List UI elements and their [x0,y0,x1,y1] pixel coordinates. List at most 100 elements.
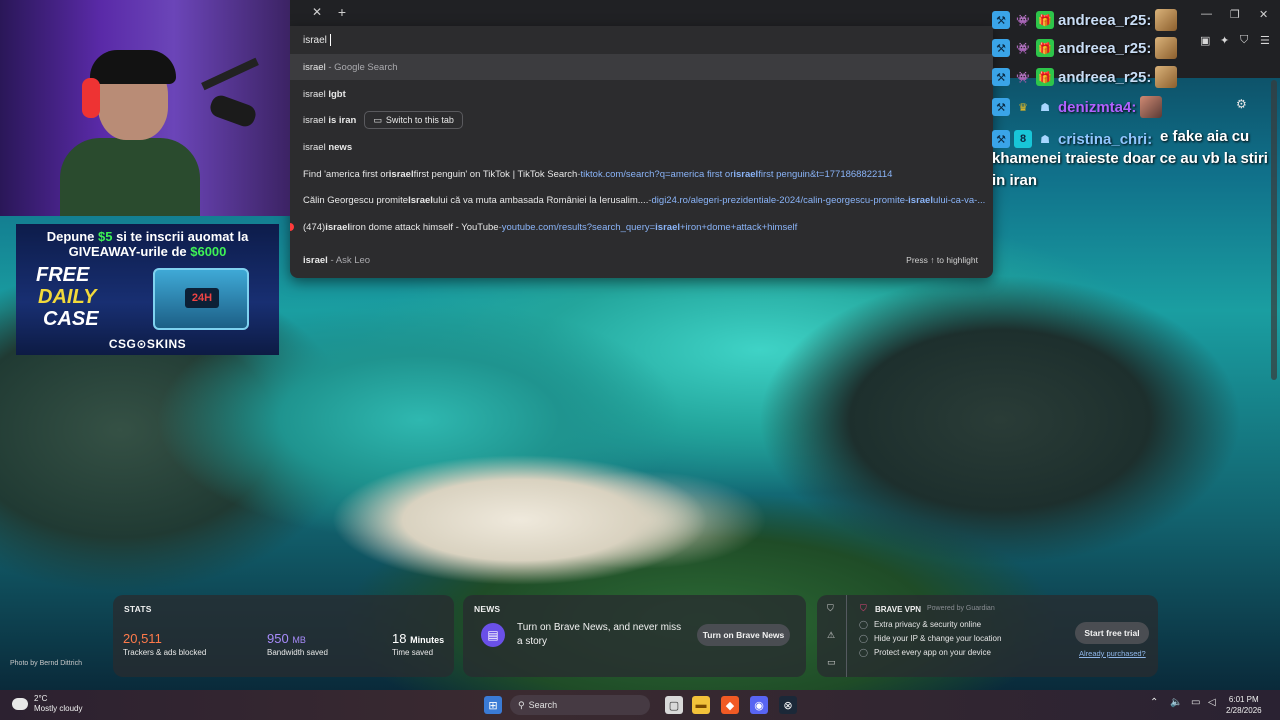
ad-box-label: 24H [185,288,219,308]
dog-emote-icon [1155,9,1178,31]
suggestion-item[interactable]: israel is iran ▭ Switch to this tab [290,107,993,133]
suggestion-title: Find 'america first or [303,168,389,180]
suggestion-url-match: israel [908,194,933,206]
system-clock[interactable]: 6:01 PM 2/28/2026 [1226,694,1262,716]
chat-username: andreea_r25: [1058,39,1152,57]
task-view-icon[interactable]: ▢ [665,696,683,714]
face-emote-icon [1140,96,1163,118]
widget-title: STATS [124,604,152,614]
suggestion-history-item[interactable]: Find 'america first or israel first peng… [290,161,993,187]
crown-badge-icon: ♛ [1018,101,1028,114]
suggestion-item[interactable]: israel news [290,134,993,160]
switch-to-tab-button[interactable]: ▭ Switch to this tab [364,111,463,129]
suggestion-completion: news [328,141,353,153]
suggestion-query: israel [303,61,326,73]
weather-widget[interactable]: 2°C Mostly cloudy [12,694,82,714]
microphone-icon [207,92,259,130]
time-saved-value: 18 Minutes [392,631,445,646]
already-purchased-link[interactable]: Already purchased? [1079,649,1146,658]
steam-icon[interactable]: ⊗ [779,696,797,714]
space-invader-badge-icon: 👾 [1016,42,1030,55]
chat-username: andreea_r25: [1058,11,1152,29]
close-tab-icon[interactable]: ✕ [310,5,324,19]
sponsor-ad: Depune $5 si te inscrii auomat la GIVEAW… [16,224,279,355]
file-explorer-icon[interactable]: ▬ [692,696,710,714]
chat-message: e fake aia cu khamenei traieste doar ce … [992,128,1268,189]
suggestion-title-tail: iron dome attack himself - YouTube [350,221,499,233]
suggestion-history-item[interactable]: Călin Georgescu promite Israel ului că va… [290,187,993,213]
ad-case-text: CASE [43,308,99,330]
moderator-badge-icon: ⚒ [992,98,1010,116]
suggestion-title-tail: ului că va muta ambasada României la Ier… [432,194,649,206]
address-bar-input[interactable]: israel [290,26,993,54]
chat-username: denizmta4: [1058,98,1137,116]
check-icon: ◯ [859,648,868,657]
tab-icon: ▭ [373,114,382,125]
gift-badge-icon: 🎁 [1036,68,1054,86]
network-icon[interactable]: ▭ [1191,697,1200,708]
brave-browser-icon[interactable]: ◆ [721,696,739,714]
bandwidth-label: Bandwidth saved [267,648,328,657]
suggestion-url-tail: +iron+dome+attack+himself [680,221,798,233]
taskbar-search[interactable]: ⚲ Search [510,695,650,715]
switch-to-tab-label: Switch to this tab [385,115,454,125]
news-promo-text: Turn on Brave News, and never miss a sto… [517,622,682,647]
suggestion-ask-leo[interactable]: israel - Ask Leo Press ↑ to highlight [290,247,993,273]
stats-widget: STATS 20,511 Trackers & ads blocked 950 … [113,595,454,677]
chat-username: andreea_r25: [1058,68,1152,86]
search-icon: ⚲ [518,699,525,710]
vpn-feature: ◯ Hide your IP & change your location [859,634,1002,643]
volume-icon[interactable]: 🔈 [1170,697,1182,708]
suggestion-item[interactable]: israel lgbt [290,81,993,107]
suggestion-query: israel [303,254,328,266]
vpn-logo-icon: ⛉ [860,603,867,613]
turn-on-news-button[interactable]: Turn on Brave News [697,624,790,646]
ad-brand-logo: CSG⊙SKINS [108,337,187,351]
start-free-trial-button[interactable]: Start free trial [1075,622,1149,644]
omnibox-dropdown: israel israel - Google Search israel lgb… [290,26,993,278]
moderator-badge-icon: ⚒ [992,11,1010,29]
suggestion-completion: lgbt [328,88,346,100]
windows-start-icon[interactable]: ⊞ [484,696,502,714]
speaker-icon[interactable]: ◁ [1208,697,1216,708]
bandwidth-value: 950 MB [267,631,306,646]
taskbar: 2°C Mostly cloudy ⊞ ⚲ Search ▢ ▬ ◆ ◉ ⊗ ⌃ 🔈… [0,690,1280,720]
ad-headline: Depune $5 si te inscrii auomat la [46,229,249,244]
vpn-widget: ⛉ ⚠ ▭ ⛉ BRAVE VPN Powered by Guardian ◯ E… [817,595,1158,677]
taskbar-search-label: Search [528,700,558,710]
show-hidden-icons-icon[interactable]: ⌃ [1150,697,1158,708]
camera-icon[interactable]: ▭ [827,657,836,668]
new-tab-icon[interactable]: + [334,4,350,20]
suggestion-query: israel [303,141,326,153]
suggestion-url-match: israel [655,221,680,233]
tab-strip: ✕ + [290,0,990,26]
gear-icon[interactable]: ⚙ [1236,97,1247,111]
suggestion-url: youtube.com/results?search_query= [501,221,656,233]
ad-subheadline: GIVEAWAY-urile de $6000 [68,244,227,259]
shield-icon[interactable]: ⛉ [827,603,834,614]
suggestion-google-search[interactable]: israel - Google Search [290,54,993,80]
suggestion-query: israel [303,88,326,100]
weather-condition: Mostly cloudy [34,704,83,713]
suggestion-history-item[interactable]: (474) israel iron dome attack himself - … [290,214,993,240]
warning-icon[interactable]: ⚠ [827,630,835,641]
vpn-feature: ◯ Extra privacy & security online [859,620,982,629]
moderator-badge-icon: ⚒ [992,68,1010,86]
page-scrollbar[interactable] [1271,80,1277,380]
alien-badge-icon: ☗ [1040,101,1050,114]
discord-icon[interactable]: ◉ [750,696,768,714]
widget-switcher: ⛉ ⚠ ▭ [817,595,847,677]
vpn-feature: ◯ Protect every app on your device [859,648,991,657]
check-icon: ◯ [859,634,868,643]
gift-badge-icon: 🎁 [1036,11,1054,29]
time-saved-label: Time saved [392,648,434,657]
webcam-overlay [0,0,290,216]
streamer-figure [60,50,200,216]
suggestion-source: - Google Search [328,61,398,73]
chat-row: ⚒ 👾 🎁 andreea_r25: [992,64,1178,90]
photo-credit[interactable]: Photo by Bernd Dittrich [10,660,82,667]
check-icon: ◯ [859,620,868,629]
dog-emote-icon [1155,37,1178,59]
chat-row: ⚒ ♛ ☗ denizmta4: [992,94,1163,120]
suggestion-url-tail: ului-ca-va-... [932,194,986,206]
